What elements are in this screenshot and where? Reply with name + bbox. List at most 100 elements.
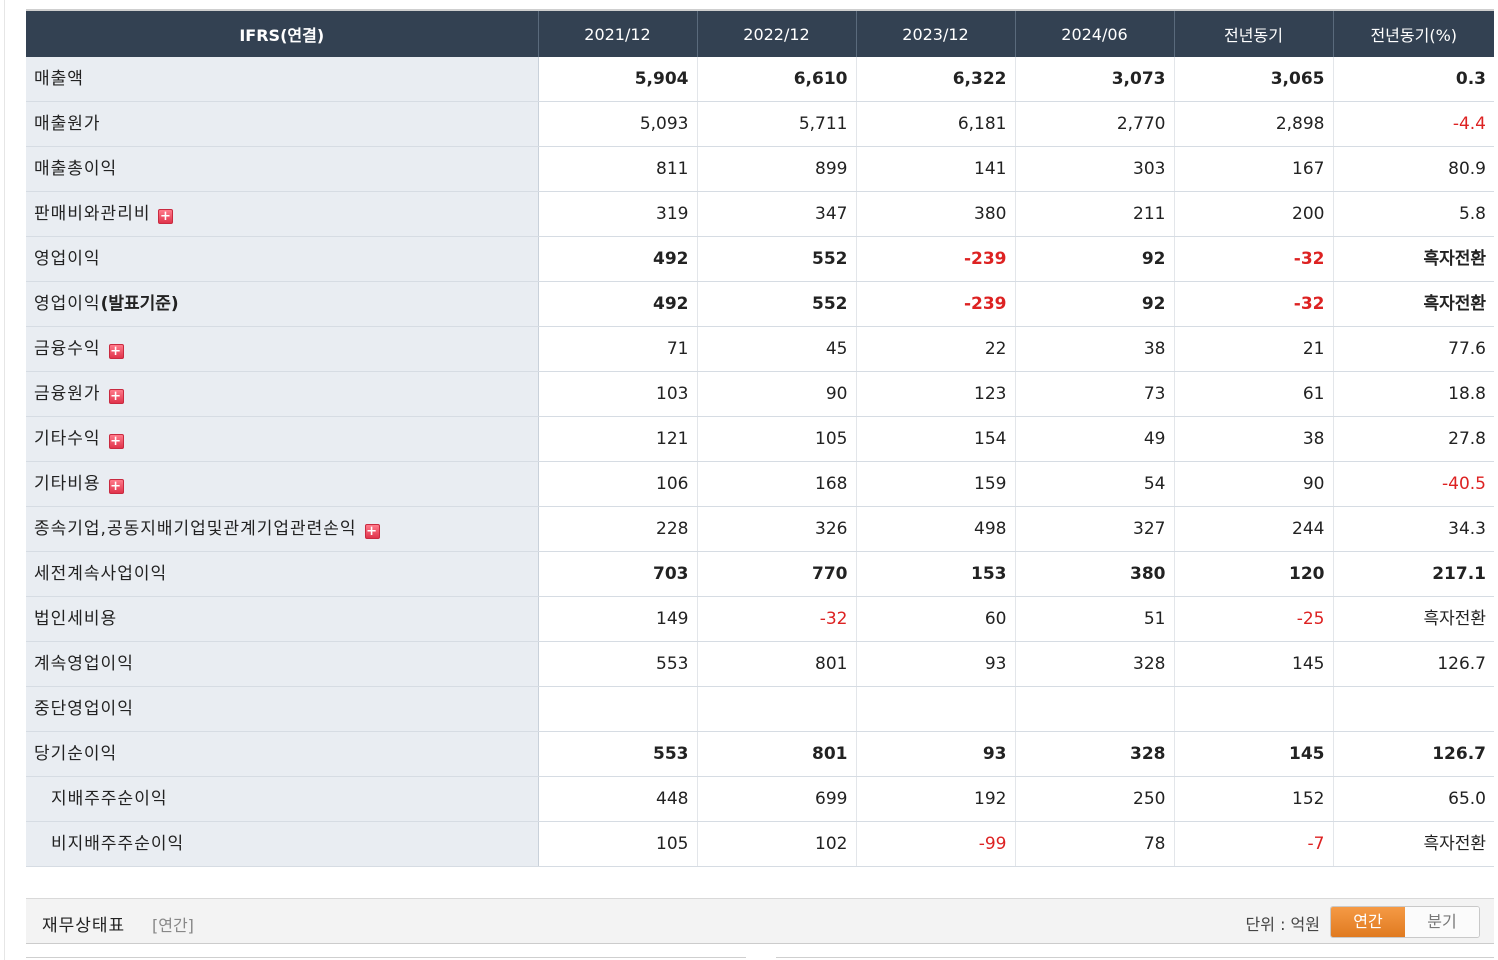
table-cell: 3,065 xyxy=(1173,57,1333,102)
table-row: 비지배주주순이익 105 102 -99 78 -7 흑자전환 xyxy=(26,821,1494,867)
table-cell: 380 xyxy=(1014,551,1174,597)
table-cell: 92 xyxy=(1014,236,1174,282)
table-cell: 5.8 xyxy=(1332,191,1494,237)
header-2024-06: 2024/06 xyxy=(1014,11,1174,57)
table-row: 계속영업이익 553 801 93 328 145 126.7 xyxy=(26,641,1494,687)
table-row: 금융원가 +103 90 123 73 61 18.8 xyxy=(26,371,1494,417)
row-label: 당기순이익 xyxy=(26,731,539,777)
table-cell: 699 xyxy=(696,776,856,822)
row-label: 계속영업이익 xyxy=(26,641,539,687)
expand-plus-icon[interactable]: + xyxy=(158,209,174,224)
table-cell: 801 xyxy=(696,731,856,777)
row-label-text: 세전계속사업이익 xyxy=(34,564,168,584)
table-row: 세전계속사업이익 703 770 153 380 120 217.1 xyxy=(26,551,1494,597)
page: IFRS(연결) 2021/12 2022/12 2023/12 2024/06… xyxy=(0,0,1498,960)
table-cell: 123 xyxy=(855,371,1015,417)
table-cell: 328 xyxy=(1014,731,1174,777)
table-cell: 153 xyxy=(855,551,1015,597)
table-cell: 498 xyxy=(855,506,1015,552)
row-label: 매출액 xyxy=(26,57,539,102)
expand-plus-icon[interactable]: + xyxy=(108,344,124,359)
table-row: 중단영업이익 xyxy=(26,686,1494,732)
table-cell: 154 xyxy=(855,416,1015,462)
header-prev-year-pct: 전년동기(%) xyxy=(1332,11,1494,57)
table-cell: 93 xyxy=(855,731,1015,777)
table-cell: 250 xyxy=(1014,776,1174,822)
row-label: 지배주주순이익 xyxy=(26,776,539,822)
table-cell: 5,711 xyxy=(696,101,856,147)
table-row: 매출원가 5,093 5,711 6,181 2,770 2,898 -4.4 xyxy=(26,101,1494,147)
row-label: 종속기업,공동지배기업및관계기업관련손익 + xyxy=(26,506,539,552)
table-cell: -239 xyxy=(855,236,1015,282)
table-cell: 326 xyxy=(696,506,856,552)
table-cell: 흑자전환 xyxy=(1332,596,1494,642)
table-cell: 553 xyxy=(537,731,697,777)
table-cell: -7 xyxy=(1173,821,1333,867)
row-label-text: 종속기업,공동지배기업및관계기업관련손익 xyxy=(34,519,357,539)
table-cell: 380 xyxy=(855,191,1015,237)
row-label-suffix: (발표기준) xyxy=(100,294,179,314)
table-cell: 78 xyxy=(1014,821,1174,867)
table-cell: 5,093 xyxy=(537,101,697,147)
table-cell: 328 xyxy=(1014,641,1174,687)
row-label: 매출총이익 xyxy=(26,146,539,192)
table-row: 기타수익 +121 105 154 49 38 27.8 xyxy=(26,416,1494,462)
table-cell xyxy=(1014,686,1174,732)
row-label: 매출원가 xyxy=(26,101,539,147)
table-cell: 103 xyxy=(537,371,697,417)
table-cell: 899 xyxy=(696,146,856,192)
row-label: 영업이익(발표기준) xyxy=(26,281,539,327)
table-cell: 51 xyxy=(1014,596,1174,642)
expand-plus-icon[interactable]: + xyxy=(364,524,380,539)
table-row: 법인세비용 149 -32 60 51 -25 흑자전환 xyxy=(26,596,1494,642)
table-row: 지배주주순이익 448 699 192 250 152 65.0 xyxy=(26,776,1494,822)
table-cell: 770 xyxy=(696,551,856,597)
toggle-quarter-button[interactable]: 분기 xyxy=(1405,907,1479,937)
section-title: 재무상태표 xyxy=(42,916,126,936)
table-cell: 801 xyxy=(696,641,856,687)
table-cell: 192 xyxy=(855,776,1015,822)
table-body: 매출액 5,904 6,610 6,322 3,073 3,065 0.3 매출원가 5,093… xyxy=(26,57,1494,867)
table-cell: 145 xyxy=(1173,641,1333,687)
row-label-text: 비지배주주순이익 xyxy=(51,834,185,854)
balance-sheet-section-bar: 재무상태표 [연간] 단위 : 억원 연간 분기 xyxy=(26,898,1494,944)
table-cell: 0.3 xyxy=(1332,57,1494,102)
table-cell: 65.0 xyxy=(1332,776,1494,822)
toggle-annual-button[interactable]: 연간 xyxy=(1331,907,1405,937)
table-row: 판매비와관리비 +319 347 380 211 200 5.8 xyxy=(26,191,1494,237)
table-cell: -239 xyxy=(855,281,1015,327)
row-label: 영업이익 xyxy=(26,236,539,282)
table-cell: 200 xyxy=(1173,191,1333,237)
table-cell: 126.7 xyxy=(1332,731,1494,777)
row-label-text: 영업이익 xyxy=(34,249,101,269)
table-cell: 18.8 xyxy=(1332,371,1494,417)
table-cell: 126.7 xyxy=(1332,641,1494,687)
table-cell: 흑자전환 xyxy=(1332,821,1494,867)
row-label: 기타비용 + xyxy=(26,461,539,507)
table-cell: 80.9 xyxy=(1332,146,1494,192)
table-cell: 6,610 xyxy=(696,57,856,102)
table-cell: 2,898 xyxy=(1173,101,1333,147)
table-cell: 167 xyxy=(1173,146,1333,192)
table-cell: 22 xyxy=(855,326,1015,372)
table-row: 기타비용 +106 168 159 54 90 -40.5 xyxy=(26,461,1494,507)
row-label-text: 금융원가 xyxy=(34,384,101,404)
table-cell: 106 xyxy=(537,461,697,507)
expand-plus-icon[interactable]: + xyxy=(108,479,124,494)
row-label-text: 당기순이익 xyxy=(34,744,118,764)
header-prev-year: 전년동기 xyxy=(1173,11,1333,57)
table-cell: 71 xyxy=(537,326,697,372)
table-cell: 141 xyxy=(855,146,1015,192)
expand-plus-icon[interactable]: + xyxy=(108,434,124,449)
table-cell: 121 xyxy=(537,416,697,462)
table-cell: 102 xyxy=(696,821,856,867)
table-cell: 303 xyxy=(1014,146,1174,192)
row-label: 기타수익 + xyxy=(26,416,539,462)
table-cell: 73 xyxy=(1014,371,1174,417)
table-cell: 319 xyxy=(537,191,697,237)
row-label-text: 중단영업이익 xyxy=(34,699,134,719)
table-row: 금융수익 +71 45 22 38 21 77.6 xyxy=(26,326,1494,372)
expand-plus-icon[interactable]: + xyxy=(108,389,124,404)
table-header-row: IFRS(연결) 2021/12 2022/12 2023/12 2024/06… xyxy=(26,11,1494,57)
table-cell: 77.6 xyxy=(1332,326,1494,372)
